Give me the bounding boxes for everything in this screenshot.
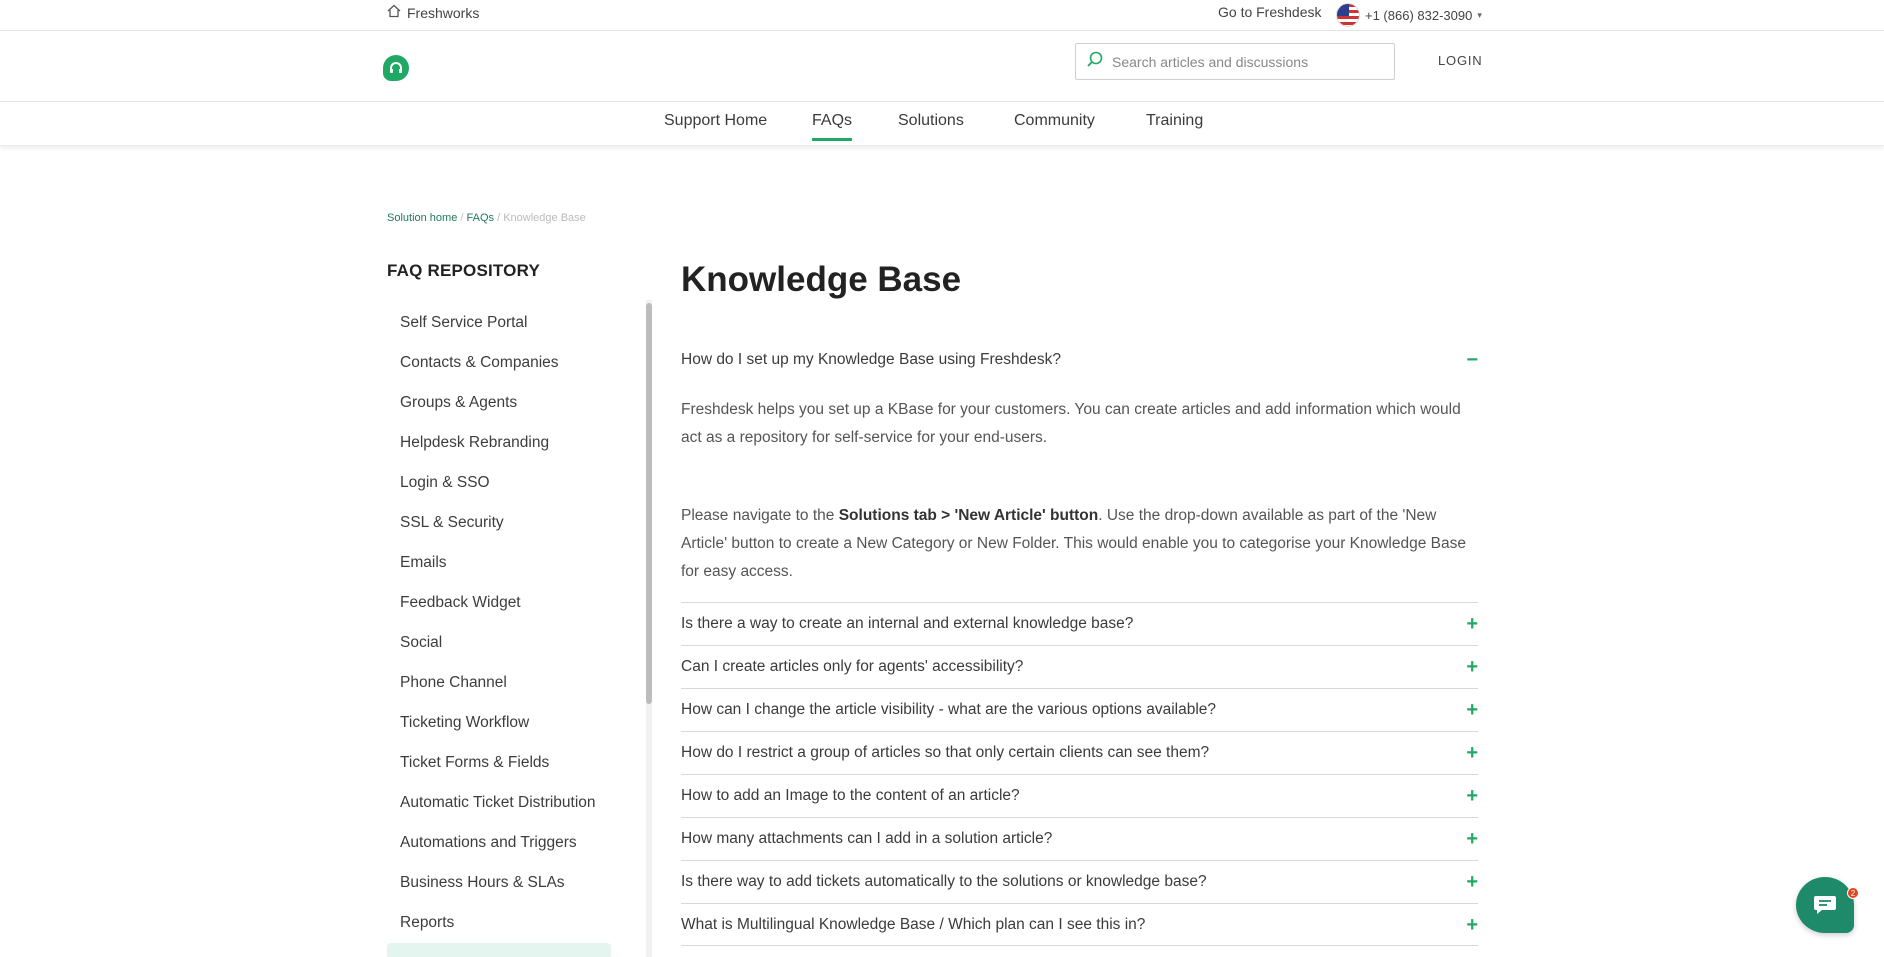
- sidebar-item-login-sso[interactable]: Login & SSO: [387, 463, 612, 503]
- minus-icon[interactable]: −: [1466, 350, 1478, 370]
- site-header: LOGIN: [0, 31, 1884, 102]
- sidebar-item-reports[interactable]: Reports: [387, 903, 612, 943]
- breadcrumb-faqs[interactable]: FAQs: [467, 212, 495, 224]
- faq-answer-paragraph: Freshdesk helps you set up a KBase for y…: [681, 401, 1461, 446]
- plus-icon[interactable]: +: [1466, 657, 1478, 677]
- login-link[interactable]: LOGIN: [1438, 53, 1482, 68]
- sidebar-item-ticket-forms-fields[interactable]: Ticket Forms & Fields: [387, 743, 612, 783]
- faq-list: Is there a way to create an internal and…: [681, 602, 1478, 946]
- faq-item[interactable]: Is there a way to create an internal and…: [681, 602, 1478, 645]
- sidebar-item-groups-agents[interactable]: Groups & Agents: [387, 383, 612, 423]
- plus-icon[interactable]: +: [1466, 915, 1478, 935]
- faq-question: How to add an Image to the content of an…: [681, 787, 1020, 804]
- faq-question: Is there way to add tickets automaticall…: [681, 873, 1207, 890]
- faq-question: Can I create articles only for agents' a…: [681, 658, 1024, 675]
- faq-answer: Freshdesk helps you set up a KBase for y…: [681, 396, 1478, 586]
- sidebar-item-helpdesk-rebranding[interactable]: Helpdesk Rebranding: [387, 423, 612, 463]
- faq-question: How many attachments can I add in a solu…: [681, 830, 1053, 847]
- sidebar-list: Self Service Portal Contacts & Companies…: [387, 303, 612, 943]
- plus-icon[interactable]: +: [1466, 829, 1478, 849]
- plus-icon[interactable]: +: [1466, 786, 1478, 806]
- sidebar-item-business-hours-slas[interactable]: Business Hours & SLAs: [387, 863, 612, 903]
- phone-selector[interactable]: +1 (866) 832-3090 ▾: [1336, 3, 1482, 27]
- faq-item[interactable]: Is there way to add tickets automaticall…: [681, 860, 1478, 903]
- chat-notification-badge: 2: [1847, 887, 1859, 899]
- sidebar-item-contacts-companies[interactable]: Contacts & Companies: [387, 343, 612, 383]
- plus-icon[interactable]: +: [1466, 872, 1478, 892]
- page-title: Knowledge Base: [681, 260, 962, 299]
- freshdesk-logo[interactable]: [383, 55, 409, 81]
- sidebar-item-feedback-widget[interactable]: Feedback Widget: [387, 583, 612, 623]
- breadcrumb-separator: /: [460, 212, 464, 224]
- sidebar-item-self-service-portal[interactable]: Self Service Portal: [387, 303, 612, 343]
- faq-answer-paragraph: Please navigate to the Solutions tab > '…: [681, 502, 1478, 586]
- breadcrumb-solution-home[interactable]: Solution home: [387, 212, 457, 224]
- chevron-down-icon: ▾: [1477, 9, 1482, 20]
- sidebar-item-automatic-ticket-distribution[interactable]: Automatic Ticket Distribution: [387, 783, 612, 823]
- faq-item-expanded: How do I set up my Knowledge Base using …: [681, 344, 1478, 586]
- sidebar-item-ssl-security[interactable]: SSL & Security: [387, 503, 612, 543]
- faq-item[interactable]: How to add an Image to the content of an…: [681, 774, 1478, 817]
- tab-training[interactable]: Training: [1146, 112, 1203, 138]
- plus-icon[interactable]: +: [1466, 700, 1478, 720]
- breadcrumb-current: Knowledge Base: [503, 212, 586, 224]
- go-to-freshdesk-link[interactable]: Go to Freshdesk: [1218, 4, 1322, 20]
- answer-text: Please navigate to the: [681, 507, 839, 524]
- sidebar-item-phone-channel[interactable]: Phone Channel: [387, 663, 612, 703]
- sidebar-item-social[interactable]: Social: [387, 623, 612, 663]
- faq-question-toggle[interactable]: How do I set up my Knowledge Base using …: [681, 344, 1478, 376]
- sidebar-item-ticketing-workflow[interactable]: Ticketing Workflow: [387, 703, 612, 743]
- faq-question: What is Multilingual Knowledge Base / Wh…: [681, 915, 1146, 933]
- faq-item[interactable]: How can I change the article visibility …: [681, 688, 1478, 731]
- faq-question: How do I set up my Knowledge Base using …: [681, 351, 1061, 368]
- faq-question: How do I restrict a group of articles so…: [681, 744, 1210, 761]
- faq-item[interactable]: Can I create articles only for agents' a…: [681, 645, 1478, 688]
- home-icon: [387, 4, 401, 21]
- top-bar: Freshworks Go to Freshdesk +1 (866) 832-…: [0, 0, 1884, 31]
- faq-question: How can I change the article visibility …: [681, 701, 1217, 718]
- main-nav: Support Home FAQs Solutions Community Tr…: [0, 102, 1884, 146]
- answer-bold-text: Solutions tab > 'New Article' button: [838, 507, 1099, 524]
- faq-item[interactable]: How many attachments can I add in a solu…: [681, 817, 1478, 860]
- us-flag-icon: [1336, 3, 1360, 27]
- search-box[interactable]: [1075, 43, 1395, 80]
- faq-item[interactable]: How do I restrict a group of articles so…: [681, 731, 1478, 774]
- tab-support-home[interactable]: Support Home: [664, 112, 767, 138]
- sidebar-title: FAQ REPOSITORY: [387, 261, 540, 280]
- tab-solutions[interactable]: Solutions: [898, 112, 964, 138]
- search-icon: [1086, 50, 1104, 73]
- chat-widget-button[interactable]: [1796, 877, 1854, 933]
- plus-icon[interactable]: +: [1466, 614, 1478, 634]
- sidebar-item-automations-triggers[interactable]: Automations and Triggers: [387, 823, 612, 863]
- phone-number: +1 (866) 832-3090: [1365, 7, 1473, 23]
- breadcrumb: Solution home / FAQs / Knowledge Base: [387, 212, 586, 224]
- faq-question: Is there a way to create an internal and…: [681, 615, 1134, 632]
- plus-icon[interactable]: +: [1466, 743, 1478, 763]
- freshworks-label: Freshworks: [407, 4, 480, 21]
- faq-item[interactable]: What is Multilingual Knowledge Base / Wh…: [681, 903, 1478, 946]
- chat-icon: [1814, 896, 1836, 914]
- sidebar-item-active[interactable]: [387, 943, 611, 957]
- search-input[interactable]: [1112, 53, 1382, 70]
- freshworks-link[interactable]: Freshworks: [387, 4, 479, 21]
- tab-community[interactable]: Community: [1014, 112, 1095, 138]
- breadcrumb-separator: /: [497, 212, 501, 224]
- sidebar-item-emails[interactable]: Emails: [387, 543, 612, 583]
- headset-icon: [390, 62, 402, 73]
- tab-faqs[interactable]: FAQs: [812, 112, 853, 141]
- sidebar-scrollbar-thumb[interactable]: [646, 303, 652, 704]
